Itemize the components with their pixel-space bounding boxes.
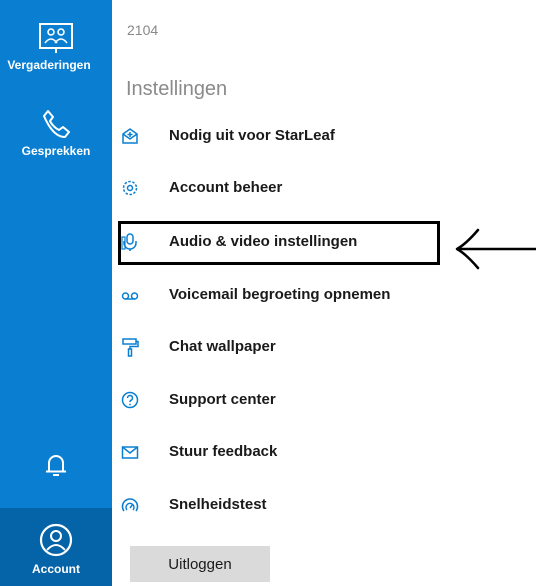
nav-meetings[interactable]: Vergaderingen <box>0 22 112 72</box>
page-title: Instellingen <box>126 78 228 100</box>
settings-panel: 2104 Instellingen Nodig uit voor StarLea… <box>112 0 539 586</box>
menu-item-label: Stuur feedback <box>169 443 278 460</box>
menu-item-label: Nodig uit voor StarLeaf <box>169 127 335 144</box>
annotation-arrow-icon <box>455 228 536 270</box>
nav-calls-label: Gesprekken <box>21 144 91 158</box>
nav-meetings-label: Vergaderingen <box>7 58 91 72</box>
user-id: 2104 <box>127 22 159 38</box>
menu-item-support-center[interactable]: Support center <box>112 382 532 418</box>
paint-roller-icon <box>122 338 139 357</box>
menu-item-label: Voicemail begroeting opnemen <box>169 286 391 303</box>
gear-icon <box>122 180 138 196</box>
menu-item-voicemail[interactable]: Voicemail begroeting opnemen <box>112 277 532 313</box>
menu-item-invite[interactable]: Nodig uit voor StarLeaf <box>112 118 532 154</box>
sidebar: Vergaderingen Gesprekken Account <box>0 0 112 586</box>
speedometer-icon <box>121 498 139 512</box>
help-icon <box>121 391 139 409</box>
notifications-button[interactable] <box>0 453 112 479</box>
menu-item-label: Snelheidstest <box>169 496 267 513</box>
invite-icon <box>122 128 138 144</box>
nav-calls[interactable]: Gesprekken <box>0 108 112 158</box>
menu-item-speed-test[interactable]: Snelheidstest <box>112 487 532 523</box>
phone-icon <box>43 110 70 138</box>
meetings-icon <box>39 23 73 53</box>
menu-item-label: Support center <box>169 391 276 408</box>
nav-account[interactable]: Account <box>0 508 112 586</box>
menu-item-account-management[interactable]: Account beheer <box>112 170 532 206</box>
account-icon <box>39 523 73 557</box>
menu-item-label: Chat wallpaper <box>169 338 276 355</box>
menu-item-feedback[interactable]: Stuur feedback <box>112 434 532 470</box>
logout-button[interactable]: Uitloggen <box>130 546 270 582</box>
mail-icon <box>121 446 139 459</box>
voicemail-icon <box>121 292 139 300</box>
menu-item-label: Account beheer <box>169 179 283 196</box>
annotation-highlight-box <box>118 221 440 265</box>
menu-item-chat-wallpaper[interactable]: Chat wallpaper <box>112 329 532 365</box>
bell-icon <box>46 455 66 476</box>
nav-account-label: Account <box>32 562 80 576</box>
